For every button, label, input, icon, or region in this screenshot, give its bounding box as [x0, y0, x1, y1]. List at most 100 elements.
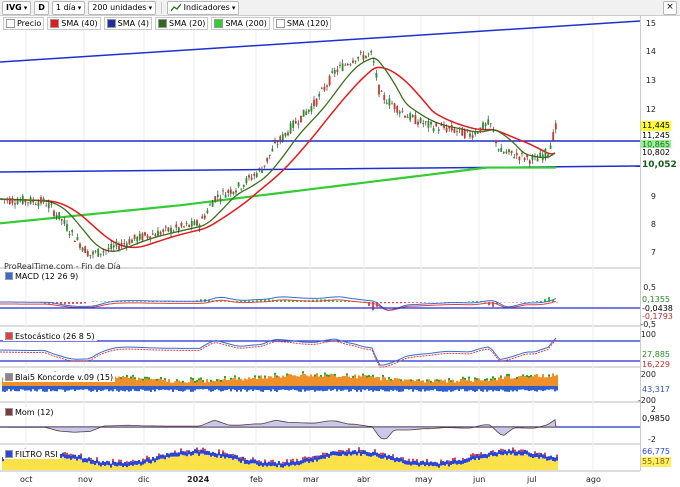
rsi-blue-bar [516, 451, 518, 456]
candle-body [461, 127, 464, 136]
legend-sma20[interactable]: SMA (20) [154, 16, 209, 30]
candle-body [380, 91, 383, 92]
koncorde-blue-bar [54, 386, 56, 392]
koncorde-blue-bar [60, 386, 62, 390]
koncorde-blue-bar [414, 386, 416, 390]
rsi-blue-bar [264, 461, 266, 466]
candle-body [547, 154, 549, 157]
candle-body [294, 121, 297, 124]
pane-title-koncorde[interactable]: Blai5 Koncorde v.09 (15) [3, 372, 116, 382]
koncorde-blue-bar [12, 386, 14, 390]
koncorde-blue-bar [482, 386, 484, 392]
candle-body [149, 236, 152, 240]
rsi-red-bar [302, 457, 304, 460]
rsi-yellow-bar [318, 459, 320, 470]
koncorde-blue-bar [468, 386, 470, 391]
rsi-blue-bar [268, 461, 270, 466]
rsi-red-bar [402, 457, 404, 460]
koncorde-blue-bar [276, 386, 278, 392]
koncorde-orange-bar [336, 377, 338, 386]
rsi-yellow-bar [136, 464, 138, 470]
macd-tick: -0,5 [640, 320, 656, 329]
rsi-yellow-bar [434, 465, 436, 470]
legend-sma120[interactable]: SMA (120) [272, 16, 332, 30]
rsi-yellow-bar [214, 456, 216, 470]
candle-body [138, 233, 141, 240]
koncorde-blue-bar [138, 386, 140, 392]
legend-swatch [157, 18, 167, 28]
price-axis[interactable]: 15 14 13 12 9 8 7 11,445 11,245 10,865 1… [638, 16, 680, 471]
candle-body [378, 84, 380, 95]
koncorde-green-bar [190, 377, 192, 380]
koncorde-orange-bar [310, 374, 312, 386]
koncorde-blue-bar [208, 386, 210, 391]
candle-body [40, 197, 42, 204]
candle-body [435, 123, 438, 127]
rsi-blue-bar [526, 450, 528, 455]
koncorde-blue-bar [304, 386, 306, 392]
koncorde-green-bar [220, 380, 222, 383]
macd-histogram-bar [472, 301, 474, 302]
koncorde-green-bar [200, 377, 202, 380]
koncorde-blue-bar [228, 386, 230, 390]
rsi-yellow-bar [236, 459, 238, 470]
koncorde-orange-bar [342, 375, 344, 386]
koncorde-blue-bar [212, 386, 214, 392]
candle-body [112, 245, 115, 248]
koncorde-blue-bar [272, 386, 274, 390]
koncorde-orange-bar [142, 380, 144, 386]
legend-price[interactable]: Precio [3, 16, 45, 30]
koncorde-green-bar [400, 379, 402, 382]
macd-histogram-bar [224, 301, 226, 302]
koncorde-blue-bar [434, 386, 436, 390]
rsi-blue-bar [510, 450, 512, 455]
candle-body [203, 215, 206, 219]
candle-body [513, 156, 516, 159]
koncorde-green-bar [508, 373, 510, 376]
rsi-blue-bar [274, 462, 276, 467]
rsi-blue-bar [366, 451, 368, 456]
candle-body [120, 242, 123, 246]
koncorde-blue-bar [360, 386, 362, 392]
rsi-yellow-bar [386, 459, 388, 470]
rsi-yellow-bar [446, 464, 448, 470]
rsi-yellow-bar [234, 458, 236, 470]
koncorde-orange-bar [282, 375, 284, 386]
rsi-yellow-bar [120, 465, 122, 470]
koncorde-orange-bar [124, 377, 126, 386]
legend-sma4[interactable]: SMA (4) [103, 16, 152, 30]
koncorde-orange-bar [538, 376, 540, 386]
candle-body [164, 226, 167, 228]
koncorde-blue-bar [84, 386, 86, 390]
rsi-yellow-bar [488, 456, 490, 470]
pane-title-rsi-filter[interactable]: FILTRO RSI [3, 449, 60, 459]
rsi-blue-bar [506, 451, 508, 456]
koncorde-orange-bar [464, 379, 466, 386]
rsi-yellow-bar [78, 458, 80, 470]
rsi-yellow-bar [76, 460, 78, 470]
macd-histogram-bar [536, 300, 538, 302]
candle-body [237, 182, 240, 187]
koncorde-orange-bar [128, 377, 130, 386]
candle-body [391, 103, 393, 105]
pane-title-momentum[interactable]: Mom (12) [3, 407, 56, 417]
rsi-yellow-bar [312, 462, 314, 470]
pane-title-stochastic[interactable]: Estocástico (26 8 5) [3, 331, 97, 341]
rsi-blue-bar [164, 455, 166, 460]
legend-sma40[interactable]: SMA (40) [47, 16, 101, 30]
koncorde-orange-bar [168, 379, 170, 386]
koncorde-blue-bar [188, 386, 190, 390]
candle-body [76, 237, 79, 241]
koncorde-blue-bar [86, 386, 88, 390]
koncorde-blue-bar [264, 386, 266, 391]
koncorde-blue-bar [478, 386, 480, 390]
koncorde-blue-bar [80, 386, 82, 390]
rsi-blue-bar [404, 460, 406, 465]
candle-body [263, 165, 266, 167]
legend-sma200[interactable]: SMA (200) [211, 16, 270, 30]
rsi-red-bar [478, 453, 480, 456]
pane-title-macd[interactable]: MACD (12 26 9) [3, 271, 81, 281]
koncorde-orange-bar [458, 381, 460, 386]
koncorde-blue-bar [424, 386, 426, 392]
rsi-yellow-bar [486, 458, 488, 470]
